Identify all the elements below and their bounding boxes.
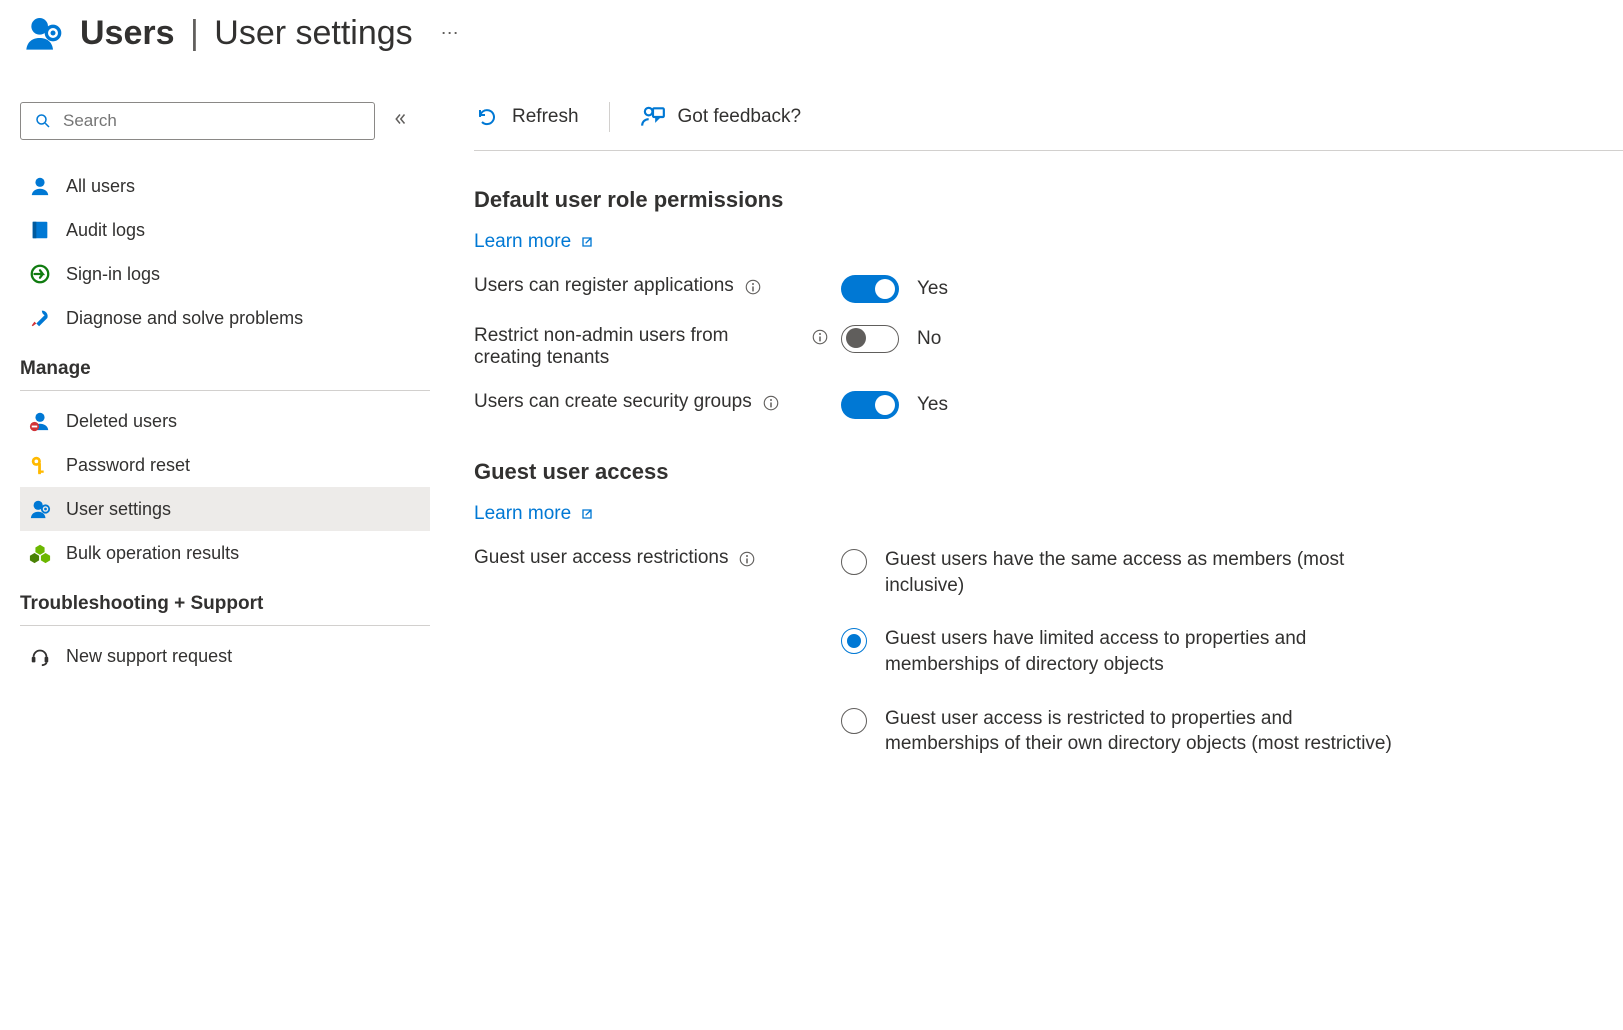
sidebar-section-heading: Manage <box>20 358 430 380</box>
section-guest-access: Guest user access Learn more Guest user … <box>474 459 1623 757</box>
sidebar-item[interactable]: Diagnose and solve problems <box>20 296 430 340</box>
radio-icon <box>841 708 867 734</box>
users-gear-icon <box>20 10 66 56</box>
section-default-permissions: Default user role permissions Learn more… <box>474 187 1623 419</box>
setting-label: Restrict non-admin users from creating t… <box>474 325 801 369</box>
sidebar-item-label: Diagnose and solve problems <box>66 308 303 329</box>
info-icon[interactable] <box>762 394 780 412</box>
toggle[interactable] <box>841 391 899 419</box>
feedback-label: Got feedback? <box>678 106 802 128</box>
feedback-button[interactable]: Got feedback? <box>640 104 802 130</box>
cubes-icon <box>28 541 52 565</box>
setting-row: Users can create security groups Yes <box>474 391 1623 419</box>
sidebar-item-label: Bulk operation results <box>66 543 239 564</box>
toggle-value: Yes <box>917 394 948 416</box>
toggle[interactable] <box>841 275 899 303</box>
setting-label: Users can register applications <box>474 275 734 297</box>
page-title-strong: Users <box>80 14 175 52</box>
book-icon <box>28 218 52 242</box>
toolbar-divider <box>609 102 610 132</box>
page-title-sep: | <box>190 14 199 52</box>
sidebar-item-label: Password reset <box>66 455 190 476</box>
learn-more-label: Learn more <box>474 503 571 525</box>
sidebar-item[interactable]: Audit logs <box>20 208 430 252</box>
info-icon[interactable] <box>744 278 762 296</box>
info-icon[interactable] <box>738 550 756 568</box>
sidebar-item[interactable]: New support request <box>20 634 430 678</box>
setting-row: Restrict non-admin users from creating t… <box>474 325 1623 369</box>
search-input[interactable] <box>63 111 364 131</box>
page-title: Users | User settings <box>80 16 413 50</box>
user-icon <box>28 174 52 198</box>
learn-more-label: Learn more <box>474 231 571 253</box>
setting-label: Users can create security groups <box>474 391 752 413</box>
page-header: Users | User settings ⋯ <box>0 0 1623 56</box>
feedback-icon <box>640 104 666 130</box>
sidebar-section-heading: Troubleshooting + Support <box>20 593 430 615</box>
radio-label: Guest users have the same access as memb… <box>885 547 1405 598</box>
radio-label: Guest users have limited access to prope… <box>885 626 1405 677</box>
search-icon <box>31 109 55 133</box>
setting-label: Guest user access restrictions <box>474 547 728 569</box>
radio-option[interactable]: Guest user access is restricted to prope… <box>841 706 1623 757</box>
main-content: Refresh Got feedback? Default user role … <box>430 102 1623 797</box>
headset-icon <box>28 644 52 668</box>
radio-option[interactable]: Guest users have the same access as memb… <box>841 547 1623 598</box>
sidebar-item[interactable]: Sign-in logs <box>20 252 430 296</box>
search-input-wrapper[interactable] <box>20 102 375 140</box>
refresh-icon <box>474 104 500 130</box>
more-icon[interactable]: ⋯ <box>441 23 459 44</box>
refresh-label: Refresh <box>512 106 579 128</box>
radio-option[interactable]: Guest users have limited access to prope… <box>841 626 1623 677</box>
sidebar-item-label: User settings <box>66 499 171 520</box>
sidebar-item-label: Deleted users <box>66 411 177 432</box>
collapse-sidebar-icon[interactable] <box>391 110 409 133</box>
section-heading: Guest user access <box>474 459 1623 485</box>
radio-icon <box>841 549 867 575</box>
external-link-icon <box>579 506 595 522</box>
sidebar-item[interactable]: Bulk operation results <box>20 531 430 575</box>
refresh-button[interactable]: Refresh <box>474 104 579 130</box>
external-link-icon <box>579 234 595 250</box>
sidebar-item-label: Sign-in logs <box>66 264 160 285</box>
radio-icon <box>841 628 867 654</box>
setting-row: Users can register applications Yes <box>474 275 1623 303</box>
learn-more-link[interactable]: Learn more <box>474 503 595 525</box>
sidebar-item-label: All users <box>66 176 135 197</box>
learn-more-link[interactable]: Learn more <box>474 231 595 253</box>
toolbar: Refresh Got feedback? <box>474 102 1623 151</box>
toggle-value: No <box>917 328 941 350</box>
sidebar-item[interactable]: Password reset <box>20 443 430 487</box>
wrench-icon <box>28 306 52 330</box>
sidebar-item[interactable]: Deleted users <box>20 399 430 443</box>
user-del-icon <box>28 409 52 433</box>
section-heading: Default user role permissions <box>474 187 1623 213</box>
key-icon <box>28 453 52 477</box>
toggle-value: Yes <box>917 278 948 300</box>
page-title-sub: User settings <box>214 14 412 52</box>
user-gear-icon <box>28 497 52 521</box>
sidebar: All users Audit logs Sign-in logs Diagnose … <box>0 102 430 797</box>
guest-restrictions-row: Guest user access restrictions Guest use… <box>474 547 1623 757</box>
sidebar-item[interactable]: All users <box>20 164 430 208</box>
sidebar-item-label: Audit logs <box>66 220 145 241</box>
divider <box>20 390 430 391</box>
info-icon[interactable] <box>811 328 829 346</box>
radio-label: Guest user access is restricted to prope… <box>885 706 1405 757</box>
sidebar-item-label: New support request <box>66 646 232 667</box>
toggle[interactable] <box>841 325 899 353</box>
divider <box>20 625 430 626</box>
radio-group: Guest users have the same access as memb… <box>841 547 1623 757</box>
sidebar-item[interactable]: User settings <box>20 487 430 531</box>
signin-icon <box>28 262 52 286</box>
